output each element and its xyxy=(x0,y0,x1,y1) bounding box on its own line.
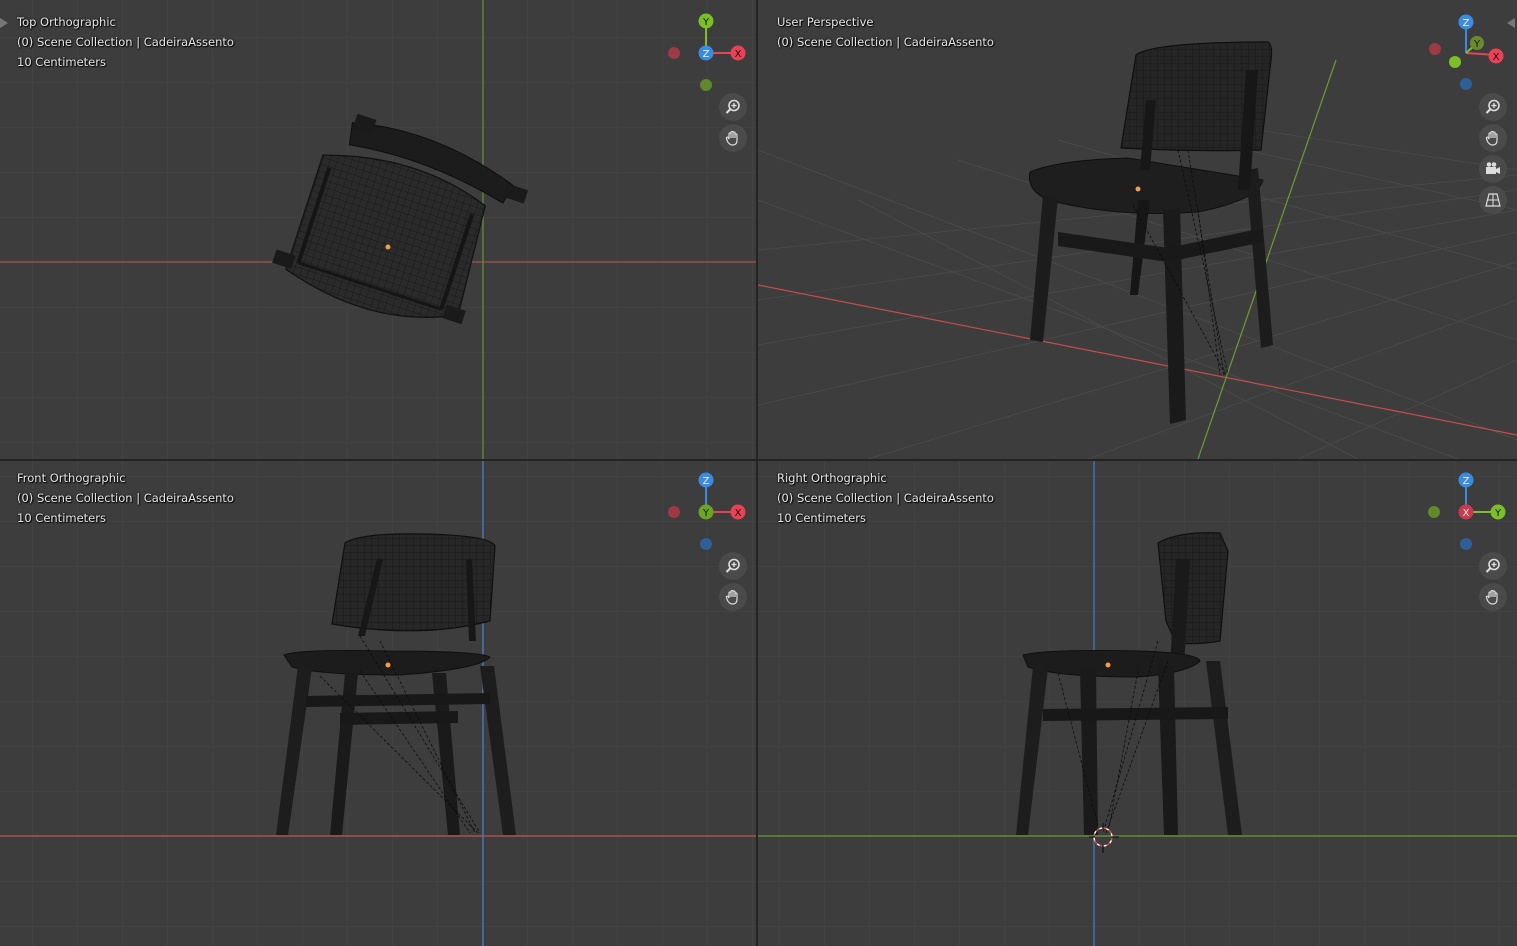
z-axis-label: Z xyxy=(1463,476,1470,487)
viewport-front-orthographic[interactable]: Front Orthographic (0) Scene Collection … xyxy=(0,461,756,946)
neg-x-axis-dot[interactable] xyxy=(668,506,680,518)
y-axis-label: Y xyxy=(702,508,710,519)
neg-z-axis-dot[interactable] xyxy=(700,538,712,550)
x-axis-label: X xyxy=(1493,52,1500,63)
object-origin xyxy=(385,244,391,250)
hand-pan-icon xyxy=(725,130,738,146)
y-axis-label: Y xyxy=(1494,508,1502,519)
pan-button[interactable] xyxy=(1479,583,1507,611)
y-axis-label: Y xyxy=(702,17,710,28)
neg-z-axis-dot[interactable] xyxy=(1460,78,1472,90)
object-origin xyxy=(385,662,391,668)
zoom-button[interactable] xyxy=(1479,93,1507,121)
x-axis-label: X xyxy=(1463,508,1470,519)
x-axis-label: X xyxy=(735,49,742,60)
z-axis-label: Z xyxy=(703,476,710,487)
z-axis-label: Z xyxy=(703,49,710,60)
zoom-icon xyxy=(1485,99,1500,114)
neg-y-axis-dot[interactable] xyxy=(1428,506,1440,518)
area-corner-handle[interactable] xyxy=(1507,18,1515,28)
navigation-gizmo[interactable]: Z X Y xyxy=(758,0,1517,100)
camera-icon xyxy=(1486,162,1500,174)
navigation-gizmo[interactable]: Z X Y xyxy=(0,461,756,561)
object-origin xyxy=(1105,662,1111,668)
pan-button[interactable] xyxy=(719,583,747,611)
neg-x-axis-dot[interactable] xyxy=(1429,43,1441,55)
viewport-right-orthographic[interactable]: Right Orthographic (0) Scene Collection … xyxy=(758,461,1517,946)
hand-pan-icon xyxy=(1485,589,1498,605)
pan-button[interactable] xyxy=(1479,124,1507,152)
x-axis-line xyxy=(758,284,1517,436)
toggle-ortho-button[interactable] xyxy=(1479,186,1507,214)
zoom-icon xyxy=(725,558,740,573)
zoom-button[interactable] xyxy=(1479,552,1507,580)
area-corner-handle[interactable] xyxy=(0,18,8,28)
pan-button[interactable] xyxy=(719,124,747,152)
viewport-user-perspective[interactable]: User Perspective (0) Scene Collection | … xyxy=(758,0,1517,459)
z-axis-label: Z xyxy=(1463,18,1470,29)
zoom-button[interactable] xyxy=(719,93,747,121)
grid-ortho-icon xyxy=(1485,193,1501,207)
neg-x-axis-dot[interactable] xyxy=(668,47,680,59)
zoom-button[interactable] xyxy=(719,552,747,580)
zoom-icon xyxy=(1485,558,1500,573)
y-axis-label: Y xyxy=(1473,39,1481,50)
zoom-icon xyxy=(725,99,740,114)
x-axis-label: X xyxy=(735,508,742,519)
navigation-gizmo[interactable]: Z Y X xyxy=(758,461,1517,561)
neg-y-axis-dot[interactable] xyxy=(700,79,712,91)
object-origin xyxy=(1135,186,1141,192)
hand-pan-icon xyxy=(725,589,738,605)
navigation-gizmo[interactable]: Y X Z xyxy=(0,0,756,100)
viewport-top-orthographic[interactable]: Top Orthographic (0) Scene Collection | … xyxy=(0,0,756,459)
hand-pan-icon xyxy=(1485,130,1498,146)
camera-view-button[interactable] xyxy=(1479,155,1507,183)
neg-y-axis-dot[interactable] xyxy=(1449,56,1461,68)
neg-z-axis-dot[interactable] xyxy=(1460,538,1472,550)
